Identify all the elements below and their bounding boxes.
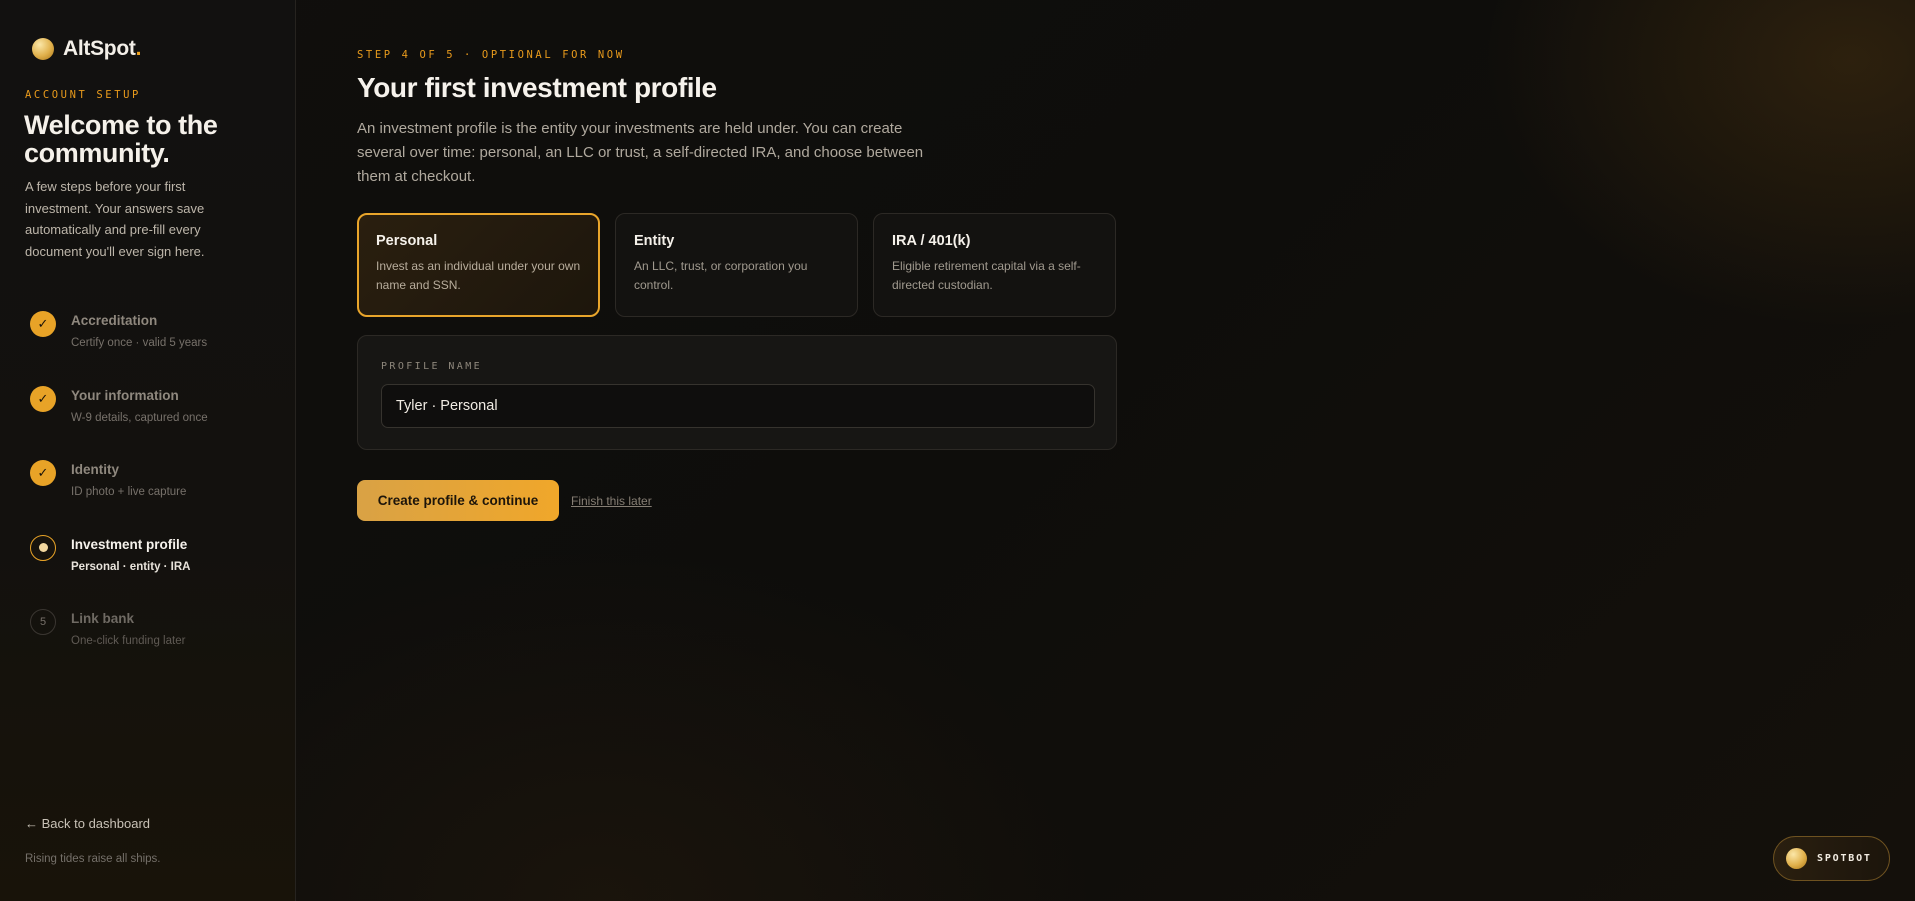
- sidebar: AltSpot. ACCOUNT SETUP Welcome to the co…: [0, 0, 296, 901]
- gold-orb-icon: [1786, 848, 1807, 869]
- create-profile-button[interactable]: Create profile & continue: [357, 480, 559, 521]
- page-title: Your first investment profile: [357, 72, 717, 103]
- logo-text: AltSpot.: [63, 37, 142, 60]
- back-to-dashboard-link[interactable]: ← Back to dashboard: [25, 816, 150, 831]
- check-icon: ✓: [30, 311, 56, 337]
- card-title: Personal: [376, 233, 438, 249]
- step-subtitle: One-click funding later: [71, 635, 186, 647]
- step-title: Accreditation: [71, 313, 158, 328]
- spotbot-button[interactable]: SPOTBOT: [1773, 836, 1890, 881]
- card-description: Eligible retirement capital via a self-d…: [892, 259, 1081, 292]
- profile-type-entity[interactable]: Entity An LLC, trust, or corporation you…: [615, 213, 858, 317]
- profile-type-personal[interactable]: Personal Invest as an individual under y…: [357, 213, 600, 317]
- step-number-badge: 5: [30, 609, 56, 635]
- card-description: An LLC, trust, or corporation you contro…: [634, 259, 808, 292]
- spotbot-label: SPOTBOT: [1817, 853, 1872, 864]
- profile-type-ira[interactable]: IRA / 401(k) Eligible retirement capital…: [873, 213, 1116, 317]
- card-description: Invest as an individual under your own n…: [376, 259, 581, 292]
- profile-name-input[interactable]: [381, 384, 1095, 428]
- logo[interactable]: AltSpot.: [32, 37, 141, 61]
- active-step-dot-icon: [30, 534, 56, 561]
- step-subtitle: Personal · entity · IRA: [71, 560, 191, 573]
- profile-name-label: PROFILE NAME: [381, 361, 483, 372]
- gold-orb-icon: [32, 38, 54, 60]
- profile-type-options: Personal Invest as an individual under y…: [357, 213, 1116, 317]
- step-your-information[interactable]: ✓ Your information W-9 details, captured…: [30, 385, 208, 461]
- step-list: ✓ Accreditation Certify once · valid 5 y…: [30, 311, 208, 684]
- step-subtitle: ID photo + live capture: [71, 486, 187, 498]
- step-title: Link bank: [71, 611, 135, 626]
- tagline: Rising tides raise all ships.: [25, 853, 161, 865]
- step-subtitle: W-9 details, captured once: [71, 411, 208, 424]
- step-identity[interactable]: ✓ Identity ID photo + live capture: [30, 460, 208, 535]
- check-icon: ✓: [30, 460, 56, 486]
- step-link-bank[interactable]: 5 Link bank One-click funding later: [30, 609, 208, 684]
- card-title: IRA / 401(k): [892, 233, 971, 249]
- step-eyebrow: STEP 4 OF 5 · OPTIONAL FOR NOW: [357, 49, 625, 61]
- step-accreditation[interactable]: ✓ Accreditation Certify once · valid 5 y…: [30, 311, 208, 386]
- step-subtitle: Certify once · valid 5 years: [71, 337, 208, 349]
- check-icon: ✓: [30, 385, 56, 412]
- step-investment-profile[interactable]: Investment profile Personal · entity · I…: [30, 534, 208, 610]
- sidebar-eyebrow: ACCOUNT SETUP: [25, 89, 141, 101]
- profile-name-panel: PROFILE NAME: [357, 335, 1117, 450]
- step-title: Your information: [71, 387, 179, 403]
- finish-later-link[interactable]: Finish this later: [571, 494, 652, 508]
- card-title: Entity: [634, 233, 675, 249]
- page-description: An investment profile is the entity your…: [357, 120, 924, 185]
- sidebar-title: Welcome to the community.: [24, 110, 218, 168]
- sidebar-description: A few steps before your first investment…: [25, 179, 205, 259]
- step-title: Investment profile: [71, 536, 188, 552]
- step-title: Identity: [71, 462, 120, 477]
